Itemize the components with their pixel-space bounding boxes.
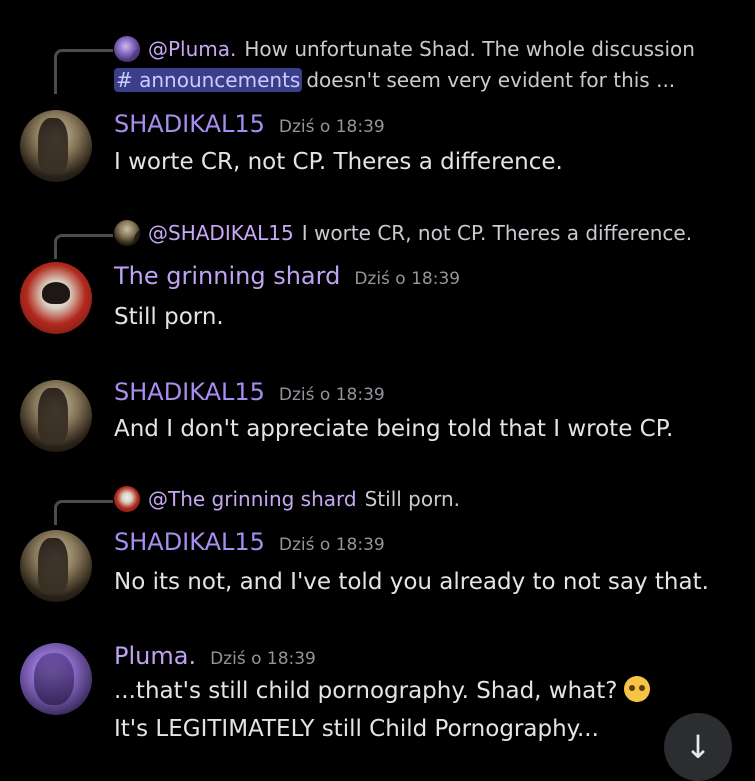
message-text: And I don't appreciate being told that I… <box>114 416 674 442</box>
reply-spine <box>54 500 113 525</box>
avatar[interactable] <box>20 380 92 452</box>
avatar[interactable] <box>20 643 92 715</box>
reply-avatar <box>114 220 140 246</box>
reply-text: I worte CR, not CP. Theres a difference. <box>301 221 693 245</box>
scroll-down-button[interactable]: ↓ <box>664 713 732 781</box>
reply-preview-line2: # announcements doesn't seem very eviden… <box>114 63 754 97</box>
reply-author[interactable]: @SHADIKAL15 <box>148 221 294 245</box>
avatar[interactable] <box>20 530 92 602</box>
author-line: SHADIKAL15 Dziś o 18:39 <box>114 378 385 406</box>
timestamp: Dziś o 18:39 <box>354 269 461 289</box>
reply-preview[interactable]: @SHADIKAL15 I worte CR, not CP. Theres a… <box>114 216 754 250</box>
author-name[interactable]: SHADIKAL15 <box>114 110 265 138</box>
reply-spine <box>54 49 113 94</box>
author-name[interactable]: The grinning shard <box>114 262 340 290</box>
reply-author[interactable]: @Pluma. <box>148 37 236 61</box>
avatar[interactable] <box>20 262 92 334</box>
reply-preview[interactable]: @Pluma. How unfortunate Shad. The whole … <box>114 32 754 66</box>
reply-text: How unfortunate Shad. The whole discussi… <box>244 37 695 61</box>
timestamp: Dziś o 18:39 <box>210 649 316 669</box>
author-line: The grinning shard Dziś o 18:39 <box>114 262 460 290</box>
reply-avatar <box>114 486 140 512</box>
reply-preview[interactable]: @The grinning shard Still porn. <box>114 482 754 516</box>
author-line: SHADIKAL15 Dziś o 18:39 <box>114 528 385 556</box>
author-line: SHADIKAL15 Dziś o 18:39 <box>114 110 385 138</box>
message-text-line2: It's LEGITIMATELY still Child Pornograph… <box>114 716 599 742</box>
channel-mention[interactable]: # announcements <box>114 68 303 92</box>
author-line: Pluma. Dziś o 18:39 <box>114 642 316 670</box>
arrow-down-icon: ↓ <box>684 728 712 766</box>
reply-spine <box>54 234 113 259</box>
reply-author[interactable]: @The grinning shard <box>148 487 357 511</box>
message-text: Still porn. <box>114 304 224 330</box>
timestamp: Dziś o 18:39 <box>278 117 385 137</box>
avatar[interactable] <box>20 110 92 182</box>
message-text: I worte CR, not CP. Theres a difference. <box>114 149 563 175</box>
timestamp: Dziś o 18:39 <box>278 535 385 555</box>
reply-avatar <box>114 36 140 62</box>
timestamp: Dziś o 18:39 <box>278 385 385 405</box>
loudly-crying-face-emoji <box>623 676 650 702</box>
reply-text-continued: doesn't seem very evident for this ... <box>306 68 676 92</box>
author-name[interactable]: Pluma. <box>114 642 196 670</box>
reply-text: Still porn. <box>364 487 460 511</box>
message-text: No its not, and I've told you already to… <box>114 569 709 595</box>
author-name[interactable]: SHADIKAL15 <box>114 378 265 406</box>
message-text: ...that's still child pornography. Shad,… <box>114 675 650 707</box>
message-text-line1: ...that's still child pornography. Shad,… <box>114 678 618 704</box>
author-name[interactable]: SHADIKAL15 <box>114 528 265 556</box>
